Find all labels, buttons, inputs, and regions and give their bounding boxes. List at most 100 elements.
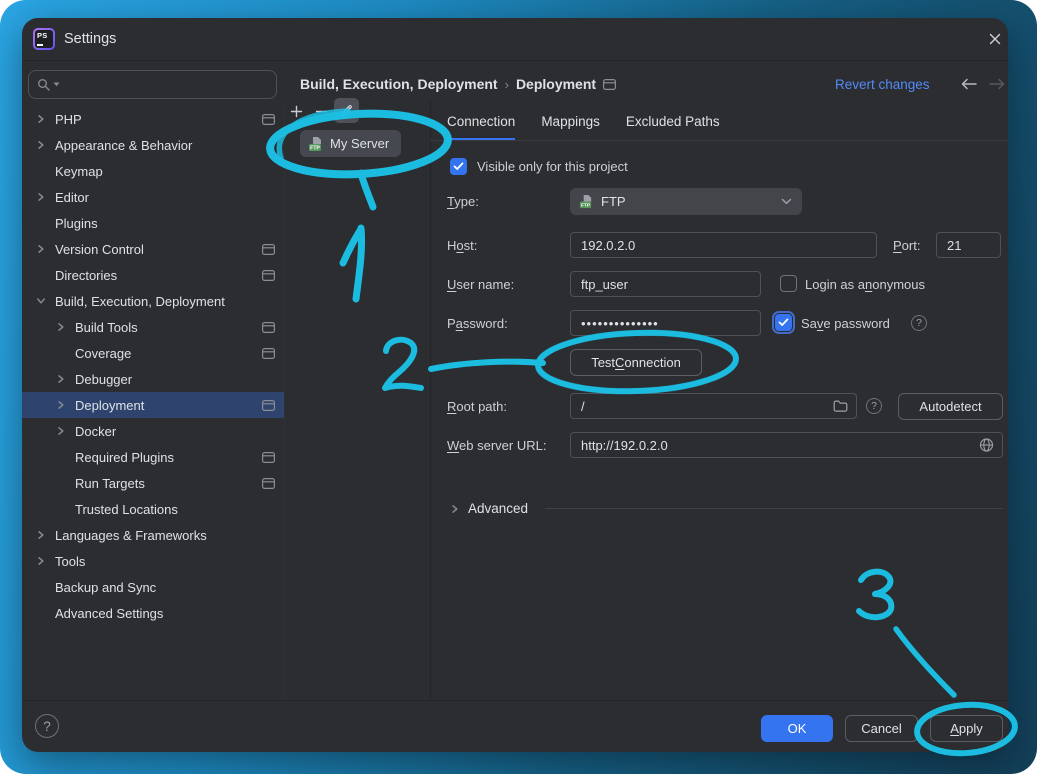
type-value: FTP xyxy=(601,194,774,209)
chevron-right-icon[interactable] xyxy=(36,192,55,202)
forward-arrow-icon[interactable] xyxy=(988,78,1006,93)
login-anonymous-checkbox[interactable] xyxy=(780,275,797,292)
password-input[interactable] xyxy=(570,310,761,336)
sidebar-item-debugger[interactable]: Debugger xyxy=(22,366,284,392)
sidebar-item-editor[interactable]: Editor xyxy=(22,184,284,210)
sidebar-item-label: Coverage xyxy=(75,346,262,361)
sidebar-item-advanced-settings[interactable]: Advanced Settings xyxy=(22,600,284,626)
apply-button[interactable]: Apply xyxy=(930,715,1003,742)
chevron-right-icon[interactable] xyxy=(56,374,75,384)
advanced-section-toggle[interactable]: Advanced xyxy=(468,501,528,516)
host-input[interactable] xyxy=(570,232,877,258)
dialog-title: Settings xyxy=(64,31,116,47)
ok-button[interactable]: OK xyxy=(761,715,833,742)
tab-excluded-paths[interactable]: Excluded Paths xyxy=(626,114,720,141)
close-icon[interactable] xyxy=(988,32,1002,49)
type-dropdown[interactable]: FTP FTP xyxy=(570,188,802,215)
username-input[interactable] xyxy=(570,271,761,297)
port-input[interactable] xyxy=(936,232,1001,258)
sidebar-item-trusted-locations[interactable]: Trusted Locations xyxy=(22,496,284,522)
sidebar-item-label: Build, Execution, Deployment xyxy=(55,294,275,309)
sidebar-item-appearance-behavior[interactable]: Appearance & Behavior xyxy=(22,132,284,158)
sidebar-item-coverage[interactable]: Coverage xyxy=(22,340,284,366)
breadcrumb: Build, Execution, Deployment › Deploymen… xyxy=(300,76,616,92)
root-path-help-icon[interactable]: ? xyxy=(866,398,882,414)
sidebar-item-label: PHP xyxy=(55,112,262,127)
root-path-label: Root path: xyxy=(447,399,507,415)
sidebar-item-backup-and-sync[interactable]: Backup and Sync xyxy=(22,574,284,600)
sidebar-item-label: Advanced Settings xyxy=(55,606,275,621)
sidebar-item-required-plugins[interactable]: Required Plugins xyxy=(22,444,284,470)
cancel-button[interactable]: Cancel xyxy=(845,715,918,742)
sidebar-item-label: Directories xyxy=(55,268,262,283)
back-arrow-icon[interactable] xyxy=(960,78,978,93)
sidebar-item-label: Editor xyxy=(55,190,275,205)
sidebar-item-tools[interactable]: Tools xyxy=(22,548,284,574)
autodetect-button[interactable]: Autodetect xyxy=(898,393,1003,420)
folder-icon[interactable] xyxy=(833,400,848,413)
advanced-chevron-right-icon[interactable] xyxy=(450,504,460,514)
test-connection-button[interactable]: Test Connection xyxy=(570,349,702,376)
chevron-right-icon[interactable] xyxy=(56,426,75,436)
sidebar-item-label: Run Targets xyxy=(75,476,262,491)
chevron-right-icon[interactable] xyxy=(56,400,75,410)
chevron-right-icon[interactable] xyxy=(36,530,55,540)
sidebar-item-docker[interactable]: Docker xyxy=(22,418,284,444)
sidebar-item-languages-frameworks[interactable]: Languages & Frameworks xyxy=(22,522,284,548)
root-path-field-wrap xyxy=(570,393,857,419)
visible-only-checkbox[interactable] xyxy=(450,158,467,175)
chevron-down-icon[interactable] xyxy=(36,296,55,306)
sidebar-item-label: Trusted Locations xyxy=(75,502,275,517)
project-settings-icon xyxy=(603,79,616,90)
sidebar-item-php[interactable]: PHP xyxy=(22,106,284,132)
breadcrumb-item[interactable]: Build, Execution, Deployment xyxy=(300,76,498,92)
project-settings-icon xyxy=(262,452,275,463)
root-path-input[interactable] xyxy=(570,393,857,419)
settings-search[interactable] xyxy=(28,70,277,99)
username-label: User name: xyxy=(447,277,514,293)
sidebar-item-label: Version Control xyxy=(55,242,262,257)
project-settings-icon xyxy=(262,400,275,411)
settings-tree: PHP Appearance & BehaviorKeymap Editor Plug… xyxy=(22,106,284,626)
chevron-right-icon[interactable] xyxy=(36,556,55,566)
sidebar-item-build-tools[interactable]: Build Tools xyxy=(22,314,284,340)
save-password-checkbox[interactable] xyxy=(775,314,792,331)
remove-server-button[interactable] xyxy=(310,100,332,122)
sidebar-item-plugins[interactable]: Plugins xyxy=(22,210,284,236)
ftp-server-icon: FTP xyxy=(308,136,324,152)
sidebar-item-directories[interactable]: Directories xyxy=(22,262,284,288)
save-password-help-icon[interactable]: ? xyxy=(911,315,927,331)
tab-connection[interactable]: Connection xyxy=(447,114,515,141)
project-settings-icon xyxy=(262,478,275,489)
add-server-button[interactable] xyxy=(285,100,307,122)
sidebar-item-build-execution-deployment[interactable]: Build, Execution, Deployment xyxy=(22,288,284,314)
breadcrumb-item[interactable]: Deployment xyxy=(516,76,596,92)
search-input[interactable] xyxy=(62,76,268,93)
svg-text:FTP: FTP xyxy=(581,203,591,209)
web-url-field-wrap xyxy=(570,432,1003,458)
server-name: My Server xyxy=(330,136,389,151)
sidebar-item-version-control[interactable]: Version Control xyxy=(22,236,284,262)
tab-mappings[interactable]: Mappings xyxy=(541,114,600,141)
chevron-right-icon[interactable] xyxy=(36,244,55,254)
sidebar-item-run-targets[interactable]: Run Targets xyxy=(22,470,284,496)
edit-server-button[interactable] xyxy=(334,98,359,123)
password-label: Password: xyxy=(447,316,508,332)
globe-icon[interactable] xyxy=(979,438,994,453)
visible-only-label: Visible only for this project xyxy=(477,159,628,175)
sidebar-item-keymap[interactable]: Keymap xyxy=(22,158,284,184)
titlebar-divider xyxy=(22,60,1008,61)
dialog-help-icon[interactable]: ? xyxy=(35,714,59,738)
server-list-item-my-server[interactable]: FTP My Server xyxy=(300,130,401,157)
sidebar-item-deployment[interactable]: Deployment xyxy=(22,392,284,418)
chevron-right-icon[interactable] xyxy=(36,140,55,150)
type-label: Type: xyxy=(447,194,479,210)
svg-text:FTP: FTP xyxy=(310,145,320,151)
settings-dialog: PS Settings Build, Execution, Deployment… xyxy=(22,18,1008,752)
project-settings-icon xyxy=(262,270,275,281)
chevron-right-icon[interactable] xyxy=(36,114,55,124)
chevron-right-icon[interactable] xyxy=(56,322,75,332)
web-server-url-input[interactable] xyxy=(570,432,1003,458)
revert-changes-link[interactable]: Revert changes xyxy=(835,77,930,92)
search-icon xyxy=(37,78,51,92)
